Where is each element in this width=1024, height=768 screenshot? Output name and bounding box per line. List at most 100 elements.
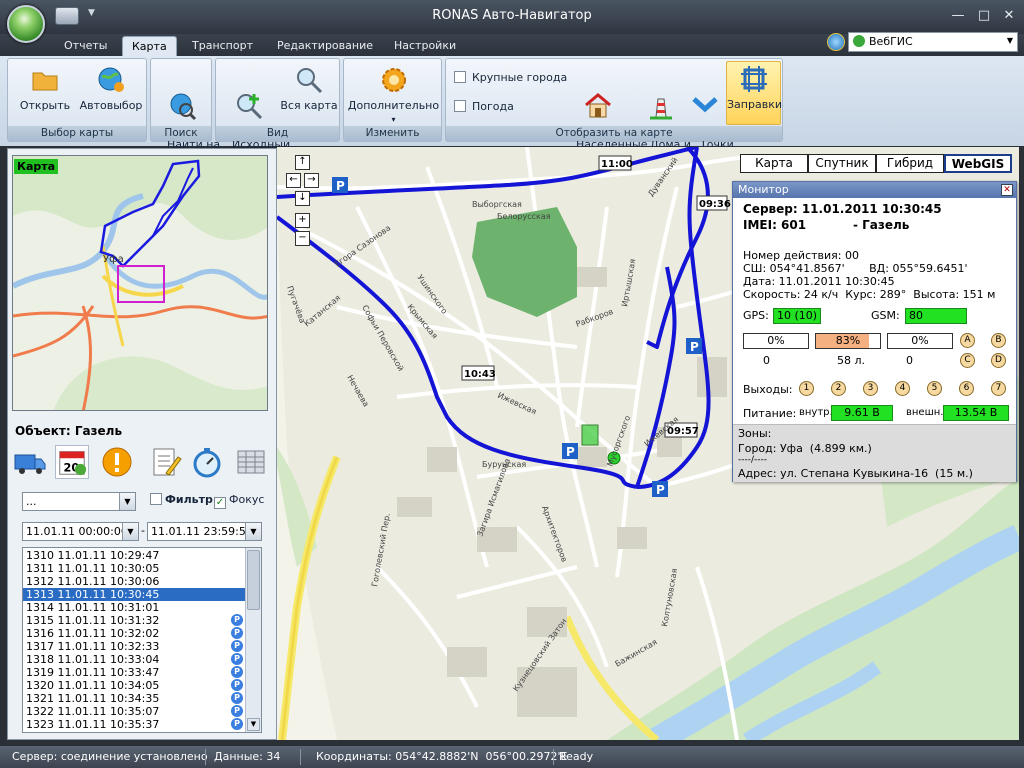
record-text: 1314 11.01.11 10:31:01 xyxy=(26,601,160,614)
record-text: 1313 11.01.11 10:30:45 xyxy=(26,588,160,601)
date-to-input[interactable]: 11.01.11 23:59:59 ▼ xyxy=(147,522,262,541)
globe-search-icon xyxy=(170,93,197,121)
table-row[interactable]: 1316 11.01.11 10:32:02 P xyxy=(23,627,245,640)
tab-transport[interactable]: Транспорт xyxy=(183,36,262,56)
filter-checkbox[interactable]: Фильтр xyxy=(150,493,213,506)
chevron-down-icon: ▼ xyxy=(1006,36,1013,45)
record-type-select[interactable]: ... ▼ xyxy=(22,492,136,511)
pan-up-icon[interactable]: ↑ xyxy=(295,155,310,170)
chevron-down-icon: ▼ xyxy=(245,523,261,540)
checkbox-box xyxy=(150,493,162,505)
gas-stations-button[interactable]: Заправки xyxy=(726,61,782,125)
parking-marker[interactable]: P xyxy=(336,179,345,193)
table-row[interactable]: 1323 11.01.11 10:35:37 P xyxy=(23,718,245,731)
grid-table-icon[interactable] xyxy=(234,445,268,479)
calendar-icon[interactable]: 20 xyxy=(55,445,89,479)
parking-icon: P xyxy=(231,718,243,730)
table-row[interactable]: 1320 11.01.11 10:34:05 P xyxy=(23,679,245,692)
chevron-down-icon: ▼ xyxy=(119,493,135,510)
pan-left-icon[interactable]: ← xyxy=(286,173,301,188)
parking-marker[interactable]: P xyxy=(566,445,575,459)
minimize-icon[interactable]: — xyxy=(948,8,968,23)
parking-icon: P xyxy=(231,679,243,691)
table-row[interactable]: 1310 11.01.11 10:29:47 xyxy=(23,549,245,562)
whole-map-button[interactable]: Вся карта xyxy=(280,63,338,112)
open-button[interactable]: Открыть xyxy=(14,63,76,112)
additional-button[interactable]: Дополнительно ▾ xyxy=(346,63,441,126)
list-scrollbar[interactable]: ▼ xyxy=(245,548,261,732)
map-type-map[interactable]: Карта xyxy=(740,154,808,173)
speed: Скорость: 24 к/ч Курс: 289° Высота: 151 … xyxy=(743,288,996,301)
stopwatch-icon[interactable] xyxy=(190,445,224,479)
map-type-satellite[interactable]: Спутник xyxy=(808,154,876,173)
warning-icon[interactable] xyxy=(100,445,134,479)
table-row[interactable]: 1322 11.01.11 10:35:07 P xyxy=(23,705,245,718)
group-change: Дополнительно ▾ Изменить xyxy=(343,58,442,142)
date-from-input[interactable]: 11.01.11 00:00:00 ▼ xyxy=(22,522,139,541)
parking-marker[interactable]: P xyxy=(690,340,699,354)
power-external-value: 13.54 В xyxy=(943,405,1009,421)
big-cities-checkbox[interactable]: Крупные города xyxy=(454,71,567,84)
monitor-title: Монитор xyxy=(733,182,1016,198)
group-map-selection: Открыть Автовыбор Выбор карты xyxy=(7,58,147,142)
records-list: 1310 11.01.11 10:29:47 1311 11.01.11 10:3… xyxy=(22,547,262,733)
table-row[interactable]: 1311 11.01.11 10:30:05 xyxy=(23,562,245,575)
table-row[interactable]: 1317 11.01.11 10:32:33 P xyxy=(23,640,245,653)
zoom-in-icon xyxy=(237,94,263,120)
record-text: 1321 11.01.11 10:34:35 xyxy=(26,692,160,705)
table-row[interactable]: 1314 11.01.11 10:31:01 xyxy=(23,601,245,614)
status-separator xyxy=(553,749,554,765)
focus-checkbox[interactable]: ✓ Фокус xyxy=(214,493,264,509)
status-separator xyxy=(205,749,206,765)
table-row[interactable]: 1313 11.01.11 10:30:45 xyxy=(23,588,245,601)
sensor-3-value: 0 xyxy=(906,354,913,367)
overview-map[interactable]: Уфа Карта xyxy=(12,155,268,411)
close-icon[interactable]: ✕ xyxy=(999,8,1019,23)
tab-editing[interactable]: Редактирование xyxy=(268,36,382,56)
auto-select-button[interactable]: Автовыбор xyxy=(78,63,144,112)
maximize-icon[interactable]: □ xyxy=(974,8,994,23)
tab-settings[interactable]: Настройки xyxy=(385,36,465,56)
table-row[interactable]: 1318 11.01.11 10:33:04 P xyxy=(23,653,245,666)
truck-icon[interactable] xyxy=(13,445,47,479)
street-label: Выборгская xyxy=(472,200,522,209)
parking-marker[interactable]: P xyxy=(656,483,665,497)
group-label: Вид xyxy=(216,126,339,141)
table-row[interactable]: 1312 11.01.11 10:30:06 xyxy=(23,575,245,588)
notepad-icon[interactable] xyxy=(148,445,182,479)
zoom-in-icon[interactable]: + xyxy=(295,213,310,228)
checkbox-box xyxy=(454,71,466,83)
record-text: 1320 11.01.11 10:34:05 xyxy=(26,679,160,692)
map-type-hybrid[interactable]: Гибрид xyxy=(876,154,944,173)
checkmark-icon: ✓ xyxy=(214,497,226,509)
weather-checkbox[interactable]: Погода xyxy=(454,100,514,113)
output-6: 6 xyxy=(959,381,974,396)
chevron-down-icon: ▼ xyxy=(122,523,138,540)
map-source-select[interactable]: ВебГИС ▼ xyxy=(848,32,1018,52)
record-text: 1318 11.01.11 10:33:04 xyxy=(26,653,160,666)
output-3: 3 xyxy=(863,381,878,396)
parking-icon: P xyxy=(231,705,243,717)
close-icon[interactable]: ✕ xyxy=(1001,184,1013,196)
map-type-webgis[interactable]: WebGIS xyxy=(944,154,1012,173)
tab-map[interactable]: Карта xyxy=(122,36,177,56)
output-5: 5 xyxy=(927,381,942,396)
group-label: Изменить xyxy=(344,126,441,141)
cursor-coordinates: Координаты: 054°42.8882'N 056°00.2972'E xyxy=(316,750,568,763)
globe-gear-icon xyxy=(98,67,124,92)
app-menu-button[interactable] xyxy=(7,5,45,43)
parking-icon: P xyxy=(231,614,243,626)
pan-right-icon[interactable]: → xyxy=(304,173,319,188)
globe-icon[interactable] xyxy=(827,33,845,51)
table-row[interactable]: 1319 11.01.11 10:33:47 P xyxy=(23,666,245,679)
scroll-down-icon[interactable]: ▼ xyxy=(247,718,260,731)
table-row[interactable]: 1315 11.01.11 10:31:32 P xyxy=(23,614,245,627)
zoom-out-icon[interactable]: − xyxy=(295,231,310,246)
pan-down-icon[interactable]: ↓ xyxy=(295,191,310,206)
group-search: Найти на карте Поиск xyxy=(150,58,220,164)
tab-reports[interactable]: Отчеты xyxy=(55,36,116,56)
scrollbar-thumb[interactable] xyxy=(247,550,260,610)
table-row[interactable]: 1321 11.01.11 10:34:35 P xyxy=(23,692,245,705)
group-label: Отобразить на карте xyxy=(446,126,782,141)
output-2: 2 xyxy=(831,381,846,396)
